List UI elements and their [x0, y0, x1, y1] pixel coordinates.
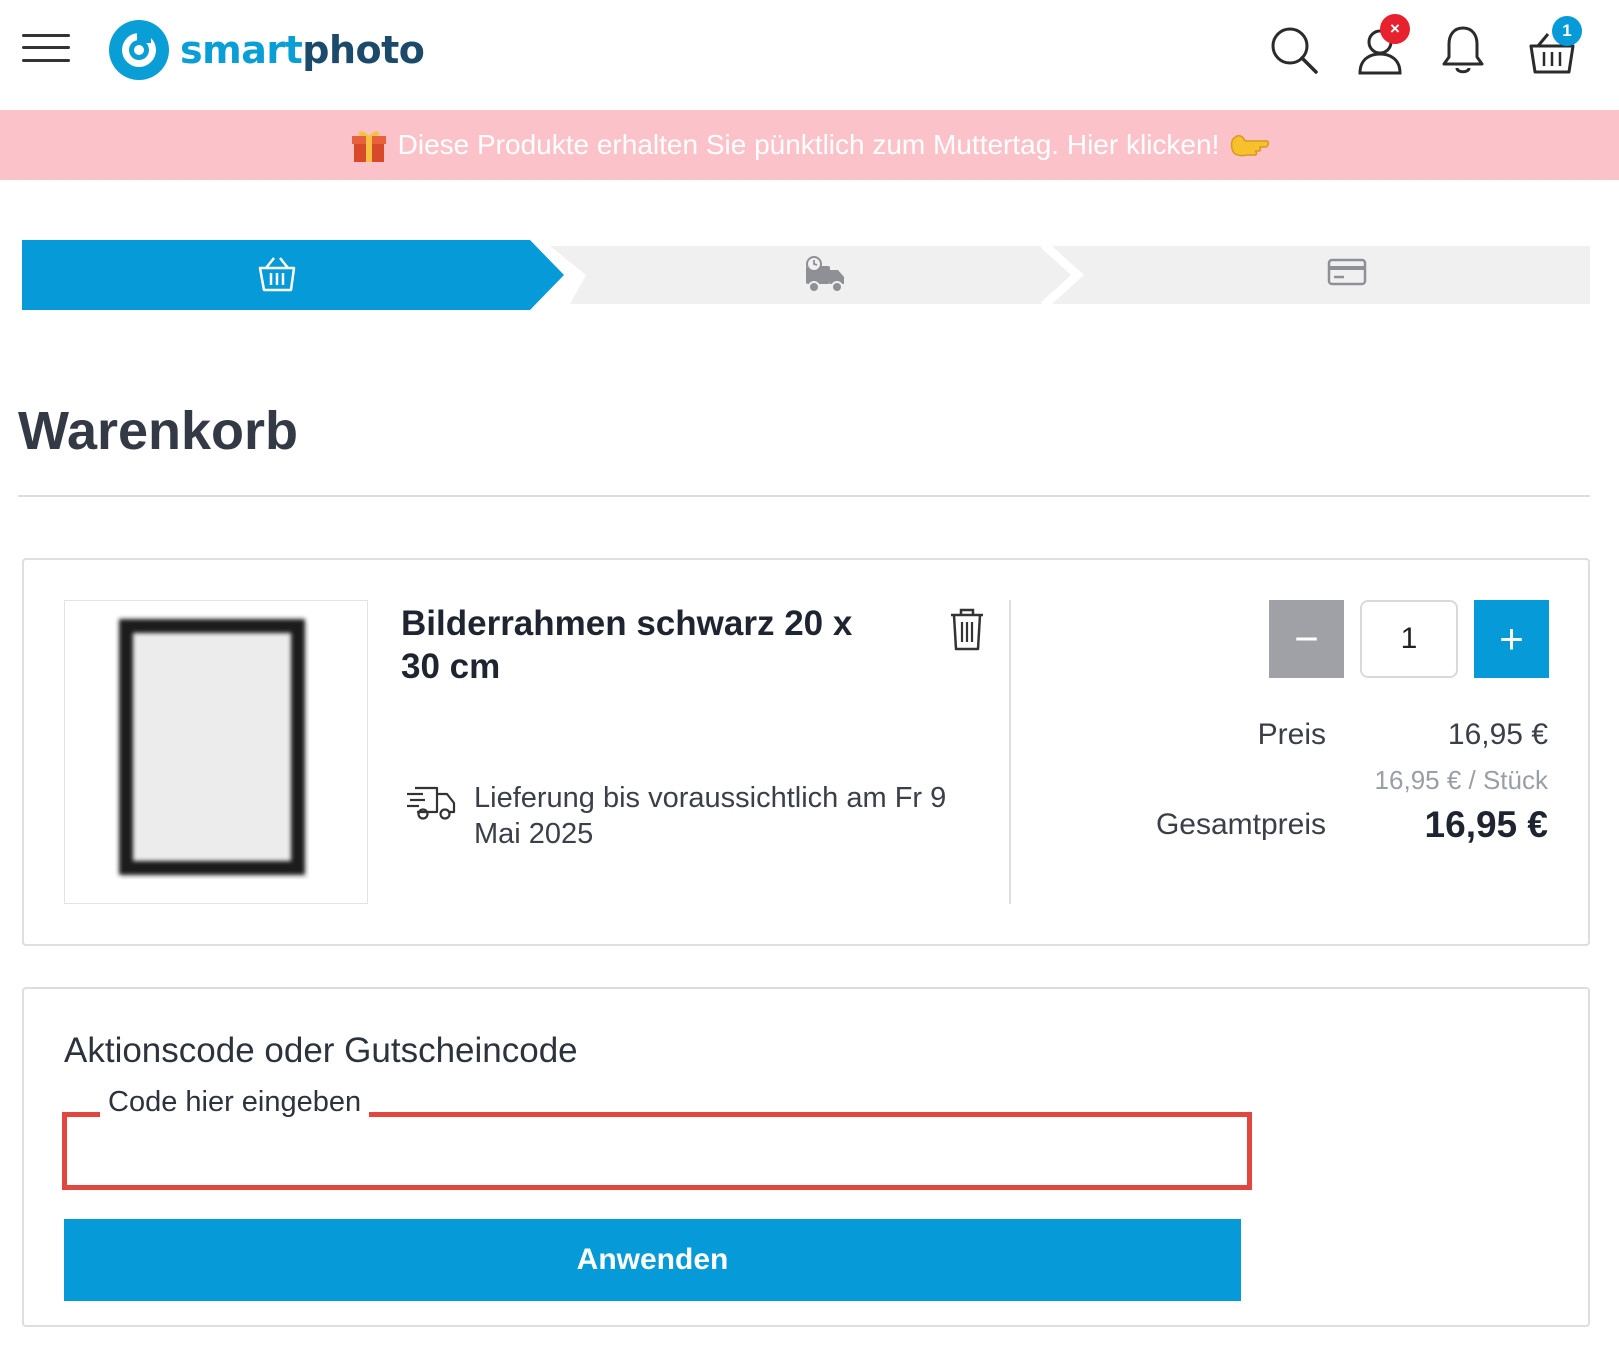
- price-label: Preis: [1257, 718, 1326, 751]
- total-label: Gesamtpreis: [1155, 808, 1326, 841]
- logo-mark-icon: [109, 20, 169, 80]
- coupon-code-input[interactable]: [62, 1112, 1252, 1190]
- coupon-card: Aktionscode oder Gutscheincode Code hier…: [22, 987, 1590, 1327]
- pointing-hand-icon: [1231, 135, 1270, 157]
- delivery-estimate: Lieferung bis voraussichtlich am Fr 9 Ma…: [474, 782, 947, 850]
- promo-text: Diese Produkte erhalten Sie pünktlich zu…: [397, 129, 1220, 160]
- trash-icon[interactable]: [947, 606, 987, 652]
- decrease-quantity-button[interactable]: −: [1269, 600, 1344, 678]
- smartphoto-logo[interactable]: smartphoto: [108, 18, 425, 82]
- unit-price: 16,95 € / Stück: [1374, 765, 1548, 795]
- checkout-stepper: [22, 240, 1590, 310]
- step-payment[interactable]: [1052, 246, 1590, 304]
- product-name[interactable]: Bilderrahmen schwarz 20 x 30 cm: [401, 602, 871, 688]
- account-button[interactable]: ×: [1355, 14, 1411, 78]
- account-alert-badge: ×: [1380, 14, 1410, 44]
- product-thumbnail[interactable]: [64, 600, 368, 904]
- bell-icon[interactable]: [1440, 24, 1486, 76]
- picture-frame-image: [119, 619, 309, 879]
- cart-count-badge: 1: [1552, 16, 1582, 46]
- logo-text: smartphoto: [180, 28, 425, 72]
- apply-coupon-button[interactable]: Anwenden: [64, 1219, 1241, 1301]
- increase-quantity-button[interactable]: +: [1474, 600, 1549, 678]
- price-value: 16,95 €: [1447, 718, 1548, 751]
- page-title: Warenkorb: [18, 401, 299, 461]
- cart-item-card: Bilderrahmen schwarz 20 x 30 cm Lieferun…: [22, 558, 1590, 946]
- total-value: 16,95 €: [1424, 804, 1548, 845]
- menu-icon[interactable]: [22, 32, 70, 64]
- column-divider: [1009, 600, 1011, 904]
- cart-button[interactable]: 1: [1528, 16, 1586, 78]
- title-divider: [18, 495, 1590, 497]
- top-header: smartphoto × 1: [0, 0, 1619, 110]
- code-field-label: Code hier eingeben: [100, 1086, 370, 1119]
- quantity-input[interactable]: [1360, 600, 1458, 678]
- gift-icon: [351, 131, 386, 162]
- delivery-truck-icon: [407, 786, 456, 820]
- coupon-title: Aktionscode oder Gutscheincode: [64, 1031, 578, 1070]
- search-icon[interactable]: [1268, 24, 1320, 76]
- promo-banner[interactable]: Diese Produkte erhalten Sie pünktlich zu…: [0, 110, 1619, 180]
